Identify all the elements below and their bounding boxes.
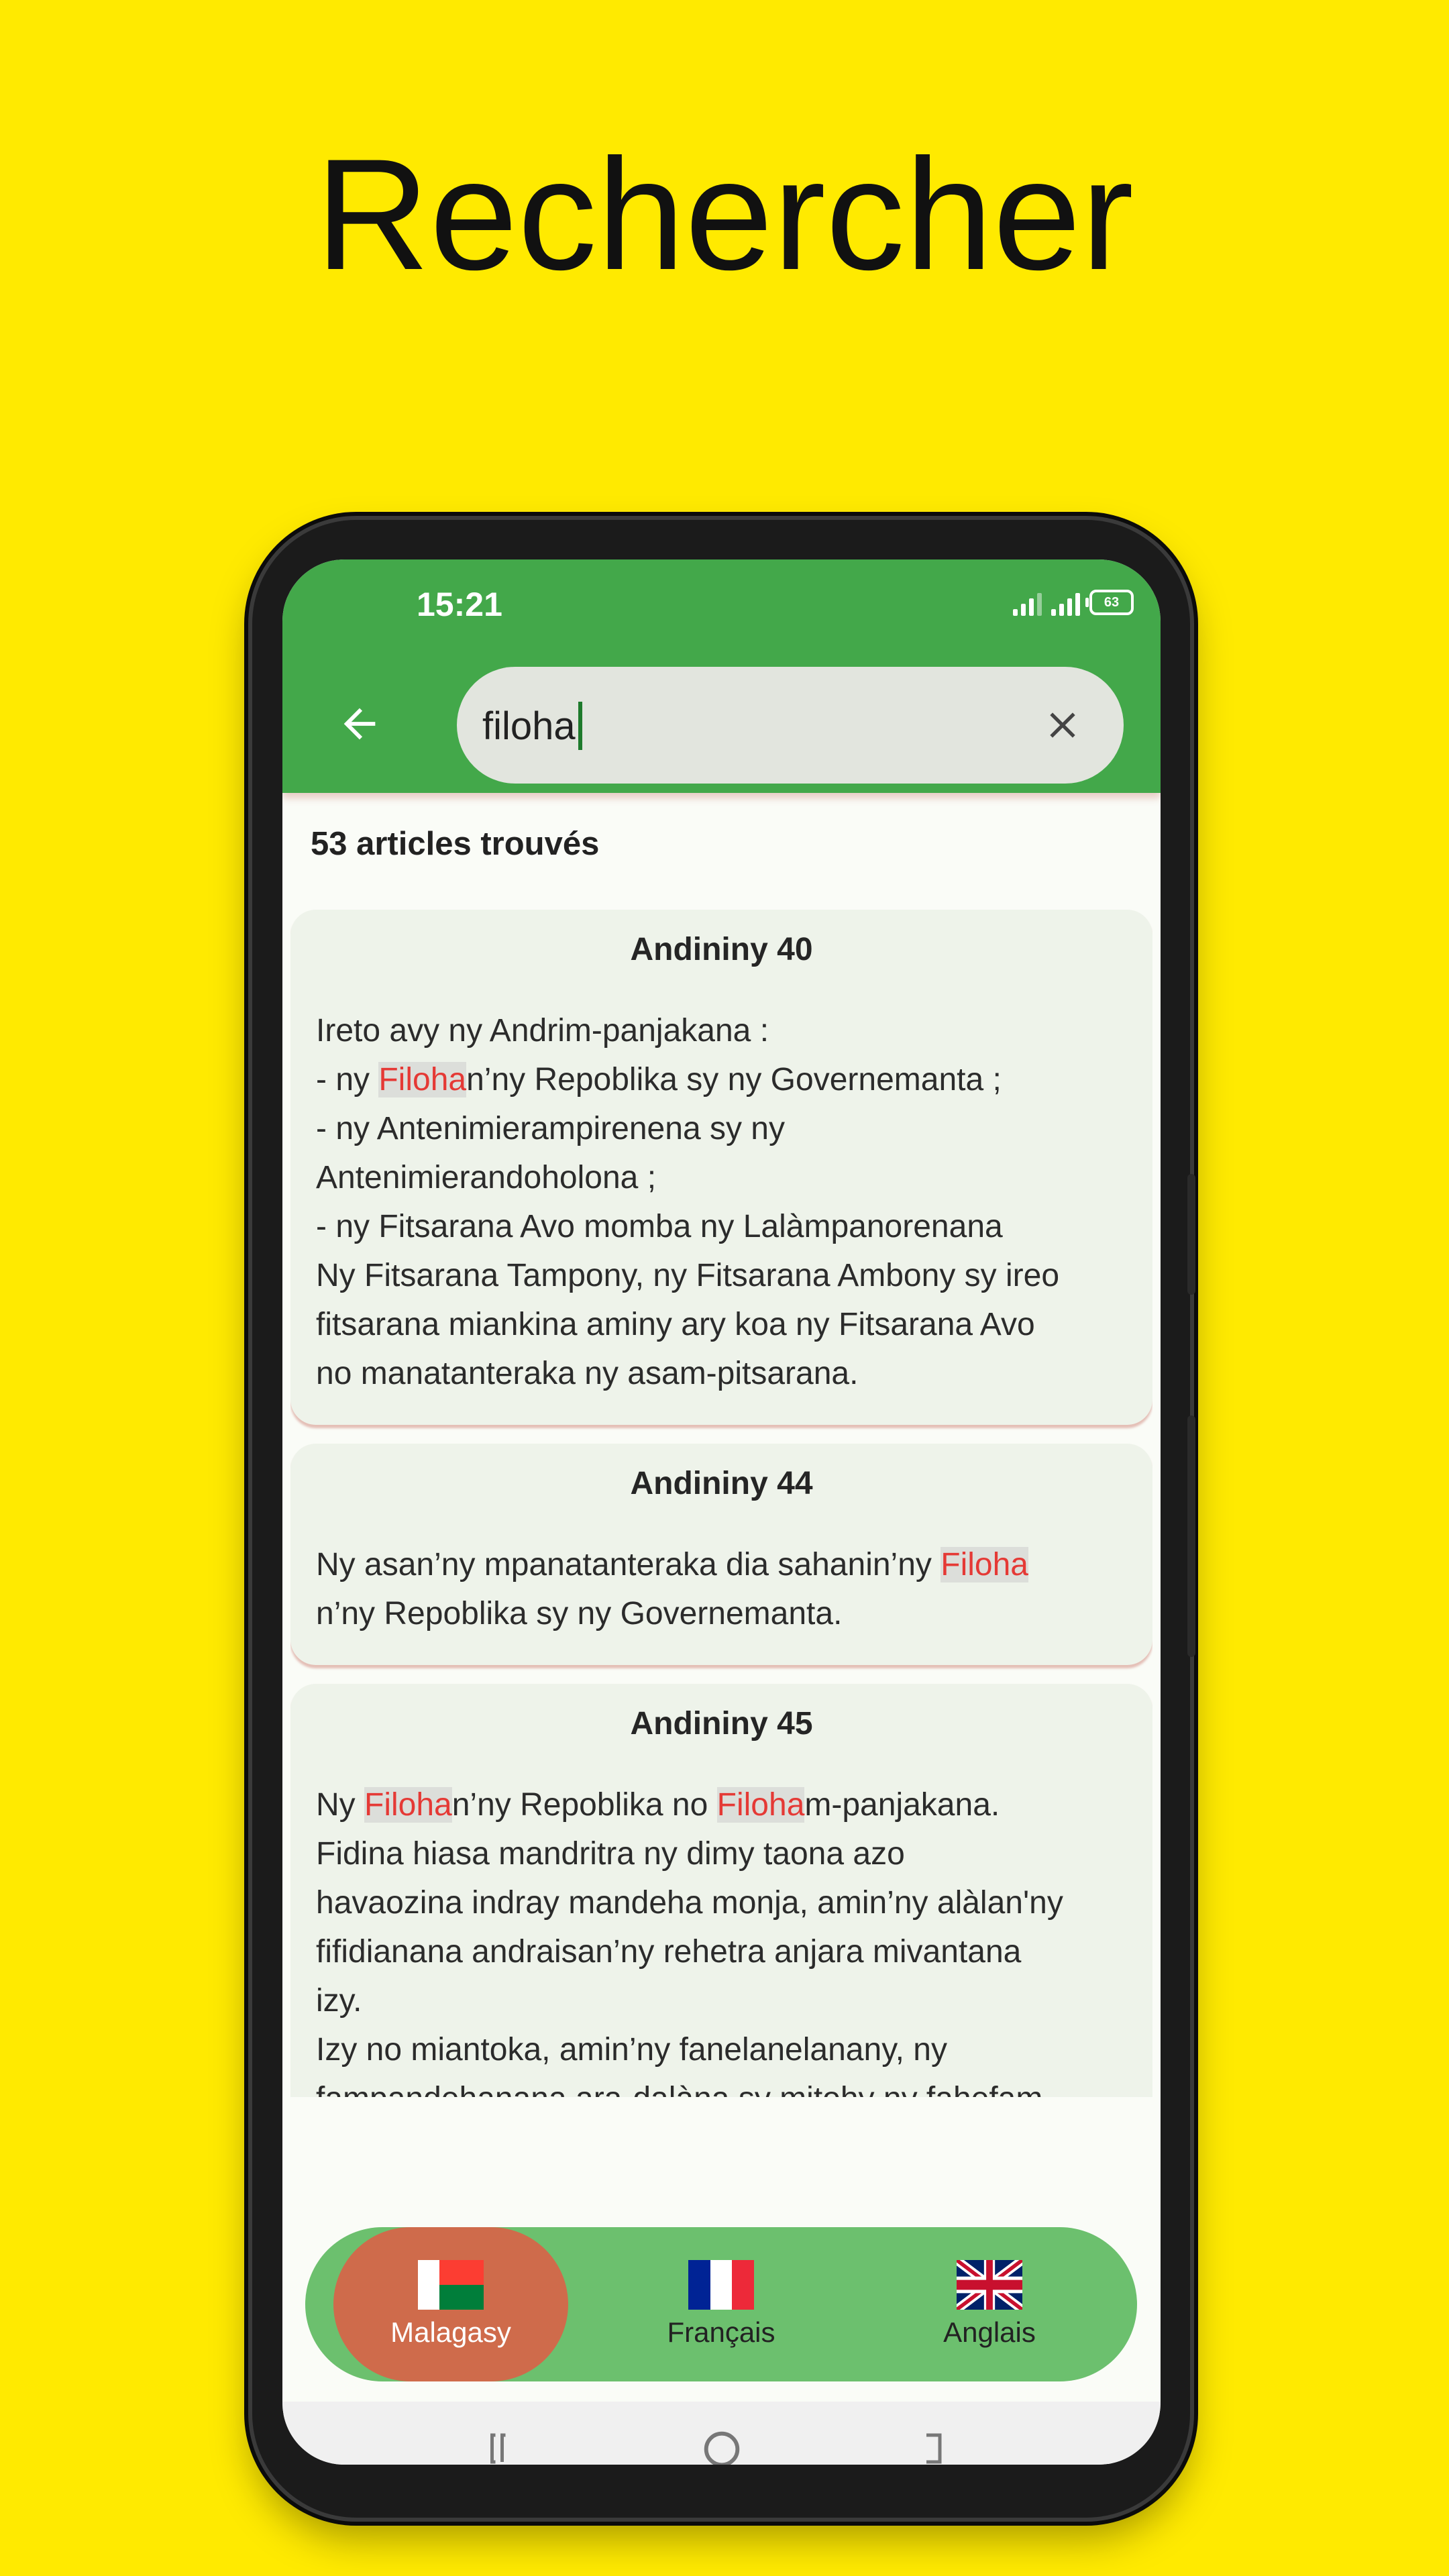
language-nav: Malagasy Français Anglais	[305, 2227, 1137, 2381]
article-body: Ny Filohan’ny Repoblika no Filoham-panja…	[316, 1780, 1134, 2097]
tab-anglais[interactable]: Anglais	[872, 2227, 1107, 2381]
tab-label: Anglais	[943, 2316, 1036, 2348]
arrow-left-icon	[343, 708, 376, 740]
app-bar: 15:21 63 filoha	[282, 559, 1161, 793]
article-text: m-panjakana. Fidina hiasa mandritra ny d…	[316, 1787, 1063, 2097]
search-query[interactable]: filoha	[482, 702, 582, 750]
home-icon[interactable]	[698, 2426, 745, 2465]
article-text: n’ny Repoblika sy ny Governemanta ; - ny…	[316, 1062, 1060, 1391]
results-list[interactable]: Andininy 40 Ireto avy ny Andrim-panjakan…	[290, 910, 1152, 2097]
text-caret	[578, 702, 582, 750]
article-text: n’ny Repoblika sy ny Governemanta.	[316, 1596, 843, 1631]
back-nav-icon[interactable]	[913, 2428, 953, 2465]
signal-icon	[1013, 589, 1042, 616]
article-body: Ny asan’ny mpanatanteraka dia sahanin’ny…	[316, 1540, 1134, 1638]
tab-label: Malagasy	[390, 2316, 511, 2348]
search-input[interactable]: filoha	[457, 667, 1124, 784]
search-highlight: Filoha	[364, 1787, 452, 1823]
article-card[interactable]: Andininy 44 Ny asan’ny mpanatanteraka di…	[290, 1444, 1152, 1665]
results-count: 53 articles trouvés	[311, 826, 600, 862]
article-card[interactable]: Andininy 45 Ny Filohan’ny Repoblika no F…	[290, 1684, 1152, 2097]
search-highlight: Filoha	[941, 1547, 1028, 1582]
phone-screen: 15:21 63 filoha 53 articles trouvés Andi…	[282, 559, 1161, 2465]
recents-icon[interactable]	[484, 2428, 524, 2465]
article-title: Andininy 44	[630, 1466, 813, 1501]
battery-icon: 63	[1085, 590, 1134, 615]
article-body: Ireto avy ny Andrim-panjakana : - ny Fil…	[316, 1006, 1134, 1398]
promo-title: Rechercher	[315, 126, 1134, 303]
search-query-text: filoha	[482, 704, 576, 748]
search-highlight: Filoha	[378, 1062, 467, 1097]
clear-search-button[interactable]	[1031, 694, 1094, 757]
article-text: n’ny Repoblika no	[451, 1787, 717, 1823]
search-highlight: Filoha	[716, 1787, 805, 1823]
system-nav-bar	[282, 2402, 1161, 2465]
tab-francais[interactable]: Français	[604, 2227, 839, 2381]
volume-button	[1187, 1174, 1195, 1295]
power-button	[1187, 1415, 1195, 1657]
battery-level: 63	[1104, 594, 1120, 610]
uk-flag-icon	[955, 2255, 1024, 2314]
article-text: Ny	[316, 1787, 364, 1823]
status-time: 15:21	[417, 586, 502, 623]
article-text: Ny asan’ny mpanatanteraka dia sahanin’ny	[316, 1547, 941, 1582]
back-button[interactable]	[323, 687, 396, 761]
tab-malagasy[interactable]: Malagasy	[333, 2227, 568, 2381]
article-title: Andininy 45	[630, 1706, 813, 1741]
tab-label: Français	[667, 2316, 775, 2348]
france-flag-icon	[688, 2260, 754, 2310]
close-icon	[1050, 712, 1075, 738]
article-card[interactable]: Andininy 40 Ireto avy ny Andrim-panjakan…	[290, 910, 1152, 1425]
article-title: Andininy 40	[630, 932, 813, 967]
status-icons: 63	[1013, 589, 1134, 616]
madagascar-flag-icon	[418, 2260, 484, 2310]
signal-icon-2	[1051, 589, 1080, 616]
